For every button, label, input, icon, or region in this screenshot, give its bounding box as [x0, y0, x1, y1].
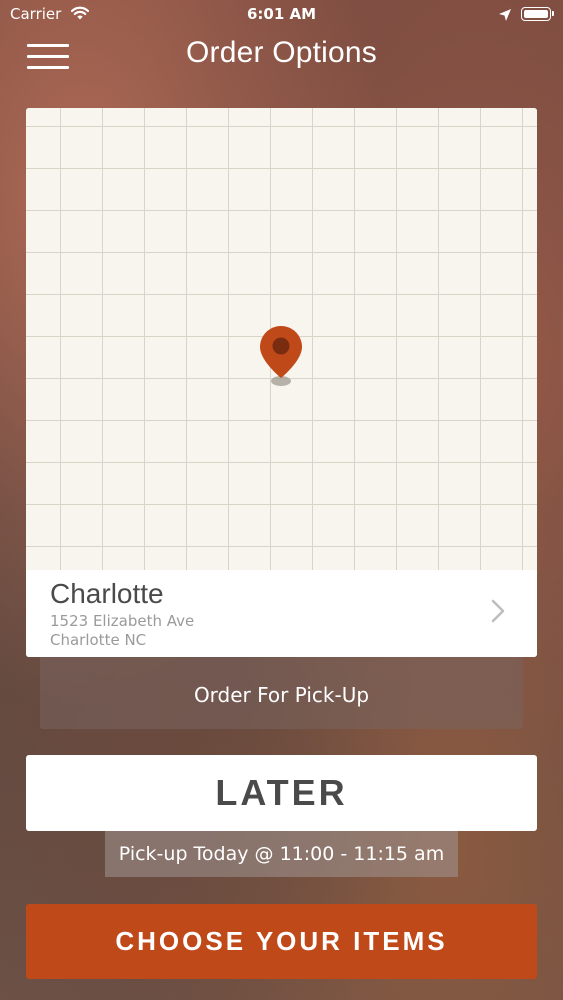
location-card: Charlotte 1523 Elizabeth Ave Charlotte N… — [26, 108, 537, 657]
later-button[interactable]: LATER — [26, 755, 537, 831]
page-title: Order Options — [185, 36, 377, 69]
location-arrow-icon — [498, 7, 512, 26]
address-line-1: 1523 Elizabeth Ave — [50, 612, 195, 630]
pickup-time-label: Pick-up Today @ 11:00 - 11:15 am — [105, 831, 458, 877]
status-bar: Carrier 6:01 AM — [0, 0, 563, 30]
location-row[interactable]: Charlotte 1523 Elizabeth Ave Charlotte N… — [26, 570, 537, 657]
address-line-2: Charlotte NC — [50, 631, 147, 649]
map-pin-icon — [260, 326, 302, 386]
chevron-right-icon — [491, 599, 505, 623]
clock: 6:01 AM — [246, 5, 317, 23]
order-type-button[interactable]: Order For Pick-Up — [40, 657, 523, 729]
battery-icon — [521, 7, 554, 21]
location-name: Charlotte — [50, 578, 164, 609]
map-view[interactable] — [26, 108, 537, 570]
choose-items-button[interactable]: CHOOSE YOUR ITEMS — [26, 904, 537, 979]
